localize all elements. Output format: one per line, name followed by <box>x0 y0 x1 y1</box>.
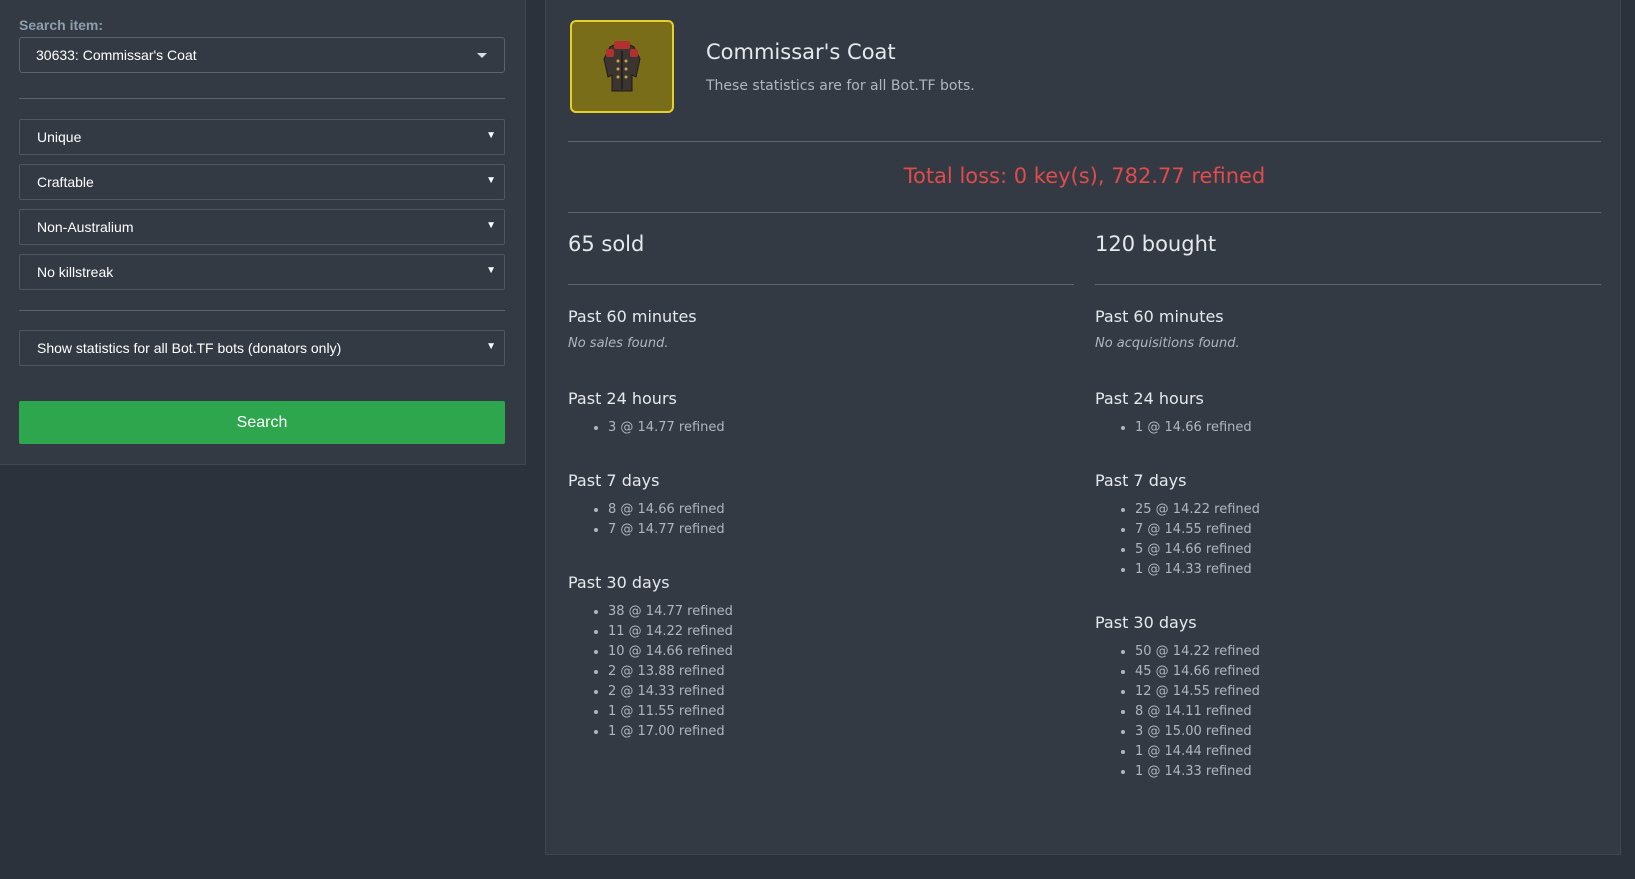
australium-select[interactable]: Non-Australium ▼ <box>19 209 505 245</box>
list-item: 1 @ 14.66 refined <box>1135 418 1601 438</box>
bought-period-24h: Past 24 hours 1 @ 14.66 refined <box>1095 389 1601 438</box>
entry-list: 25 @ 14.22 refined 7 @ 14.55 refined 5 @… <box>1095 500 1601 580</box>
dropdown-arrow-icon: ▼ <box>486 175 496 186</box>
bought-period-30d: Past 30 days 50 @ 14.22 refined 45 @ 14.… <box>1095 613 1601 782</box>
period-title: Past 60 minutes <box>568 307 697 326</box>
list-item: 7 @ 14.55 refined <box>1135 520 1601 540</box>
australium-select-value: Non-Australium <box>37 219 134 235</box>
scope-select[interactable]: Show statistics for all Bot.TF bots (don… <box>19 330 505 366</box>
list-item: 5 @ 14.66 refined <box>1135 540 1601 560</box>
bought-period-60m: Past 60 minutes No acquisitions found. <box>1095 307 1601 389</box>
sold-column: 65 sold Past 60 minutes No sales found. … <box>568 232 1074 775</box>
dropdown-arrow-icon: ▼ <box>486 341 496 352</box>
list-item: 2 @ 13.88 refined <box>608 662 1074 682</box>
search-button[interactable]: Search <box>19 401 505 444</box>
period-title: Past 30 days <box>568 573 670 592</box>
quality-select-value: Unique <box>37 129 82 145</box>
search-item-label: Search item: <box>19 17 104 33</box>
period-title: Past 7 days <box>1095 471 1187 490</box>
quality-select[interactable]: Unique ▼ <box>19 119 505 155</box>
list-item: 10 @ 14.66 refined <box>608 642 1074 662</box>
empty-message: No acquisitions found. <box>1095 336 1240 351</box>
coat-icon <box>603 40 641 91</box>
sold-period-60m: Past 60 minutes No sales found. <box>568 307 1074 389</box>
list-item: 1 @ 14.33 refined <box>1135 560 1601 580</box>
killstreak-select-value: No killstreak <box>37 264 114 280</box>
entry-list: 3 @ 14.77 refined <box>568 418 1074 438</box>
divider <box>19 310 505 311</box>
bought-period-7d: Past 7 days 25 @ 14.22 refined 7 @ 14.55… <box>1095 471 1601 580</box>
craftable-select-value: Craftable <box>37 174 94 190</box>
list-item: 12 @ 14.55 refined <box>1135 682 1601 702</box>
list-item: 1 @ 11.55 refined <box>608 702 1074 722</box>
divider <box>19 98 505 99</box>
period-title: Past 24 hours <box>568 389 677 408</box>
list-item: 11 @ 14.22 refined <box>608 622 1074 642</box>
item-select[interactable]: 30633: Commissar's Coat <box>19 37 505 73</box>
item-image <box>570 20 674 113</box>
period-title: Past 24 hours <box>1095 389 1204 408</box>
craftable-select[interactable]: Craftable ▼ <box>19 164 505 200</box>
search-sidebar: Search item: 30633: Commissar's Coat Uni… <box>0 0 526 465</box>
bought-title: 120 bought <box>1095 232 1217 256</box>
sold-period-24h: Past 24 hours 3 @ 14.77 refined <box>568 389 1074 438</box>
period-title: Past 60 minutes <box>1095 307 1224 326</box>
dropdown-arrow-icon: ▼ <box>486 220 496 231</box>
list-item: 1 @ 17.00 refined <box>608 722 1074 742</box>
empty-message: No sales found. <box>568 336 669 351</box>
period-title: Past 30 days <box>1095 613 1197 632</box>
list-item: 2 @ 14.33 refined <box>608 682 1074 702</box>
item-name: Commissar's Coat <box>706 40 896 64</box>
period-title: Past 7 days <box>568 471 660 490</box>
divider <box>568 284 1074 285</box>
sold-period-30d: Past 30 days 38 @ 14.77 refined 11 @ 14.… <box>568 573 1074 742</box>
list-item: 8 @ 14.66 refined <box>608 500 1074 520</box>
list-item: 1 @ 14.33 refined <box>1135 762 1601 782</box>
list-item: 38 @ 14.77 refined <box>608 602 1074 622</box>
scope-select-value: Show statistics for all Bot.TF bots (don… <box>37 340 342 356</box>
divider <box>568 212 1601 213</box>
item-select-value: 30633: Commissar's Coat <box>36 47 197 63</box>
statistics-panel: Commissar's Coat These statistics are fo… <box>545 0 1621 855</box>
sold-period-7d: Past 7 days 8 @ 14.66 refined 7 @ 14.77 … <box>568 471 1074 540</box>
divider <box>1095 284 1601 285</box>
list-item: 3 @ 14.77 refined <box>608 418 1074 438</box>
entry-list: 8 @ 14.66 refined 7 @ 14.77 refined <box>568 500 1074 540</box>
list-item: 8 @ 14.11 refined <box>1135 702 1601 722</box>
entry-list: 1 @ 14.66 refined <box>1095 418 1601 438</box>
divider <box>568 141 1601 142</box>
list-item: 3 @ 15.00 refined <box>1135 722 1601 742</box>
killstreak-select[interactable]: No killstreak ▼ <box>19 254 505 290</box>
list-item: 25 @ 14.22 refined <box>1135 500 1601 520</box>
dropdown-arrow-icon: ▼ <box>486 130 496 141</box>
total-loss: Total loss: 0 key(s), 782.77 refined <box>903 164 1266 188</box>
bought-column: 120 bought Past 60 minutes No acquisitio… <box>1095 232 1601 815</box>
sold-title: 65 sold <box>568 232 645 256</box>
chevron-down-icon <box>477 53 487 58</box>
item-subtitle: These statistics are for all Bot.TF bots… <box>706 78 975 94</box>
list-item: 45 @ 14.66 refined <box>1135 662 1601 682</box>
entry-list: 50 @ 14.22 refined 45 @ 14.66 refined 12… <box>1095 642 1601 782</box>
dropdown-arrow-icon: ▼ <box>486 265 496 276</box>
list-item: 1 @ 14.44 refined <box>1135 742 1601 762</box>
list-item: 50 @ 14.22 refined <box>1135 642 1601 662</box>
list-item: 7 @ 14.77 refined <box>608 520 1074 540</box>
entry-list: 38 @ 14.77 refined 11 @ 14.22 refined 10… <box>568 602 1074 742</box>
